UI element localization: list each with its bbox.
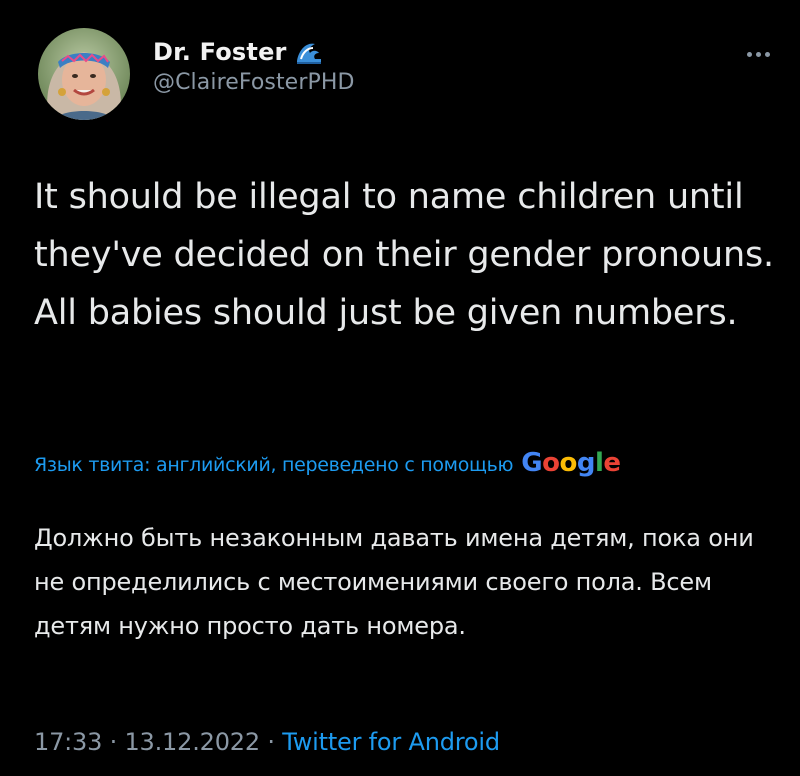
tweet-header: Dr. Foster @ClaireFosterPHD [38, 28, 778, 120]
tweet-time[interactable]: 17:33 [34, 728, 102, 756]
google-logo-letter: g [576, 448, 596, 478]
water-wave-emoji-icon [295, 39, 323, 65]
google-logo-letter: o [542, 448, 560, 478]
translation-note[interactable]: Язык твита: английский, переведено с пом… [34, 448, 774, 478]
more-dots-icon [764, 51, 770, 57]
tweet-text: It should be illegal to name children un… [34, 177, 774, 333]
display-name-row: Dr. Foster [153, 36, 355, 68]
more-dots-icon [746, 51, 752, 57]
meta-separator: · [267, 728, 275, 756]
google-logo-letter: G [521, 448, 543, 478]
author-handle[interactable]: @ClaireFosterPHD [153, 70, 355, 95]
tweet-date[interactable]: 13.12.2022 [124, 728, 260, 756]
translation-label: Язык твита: английский, переведено с пом… [34, 454, 514, 476]
meta-separator: · [109, 728, 118, 756]
avatar[interactable] [38, 28, 130, 120]
google-logo: Google [521, 448, 621, 478]
more-dots-icon [755, 51, 761, 57]
tweet-meta: 17:33 · 13.12.2022 · Twitter for Android [34, 728, 500, 756]
author-names: Dr. Foster @ClaireFosterPHD [153, 36, 355, 95]
translated-tweet-text: Должно быть незаконным давать имена детя… [34, 524, 754, 640]
tweet-source-link[interactable]: Twitter for Android [282, 728, 500, 756]
avatar-image [38, 28, 130, 120]
display-name[interactable]: Dr. Foster [153, 38, 287, 66]
more-options-button[interactable] [740, 44, 776, 64]
google-logo-letter: e [603, 448, 621, 478]
google-logo-letter: o [559, 448, 577, 478]
tweet-card: Dr. Foster @ClaireFosterPHD It should be… [0, 0, 800, 776]
